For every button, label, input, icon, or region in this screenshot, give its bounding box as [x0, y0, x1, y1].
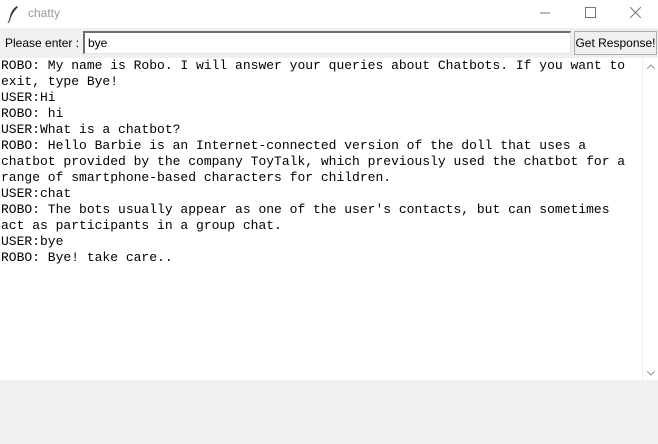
chat-line: USER:Hi	[1, 90, 56, 105]
chat-line: chatbot provided by the company ToyTalk,…	[1, 154, 626, 169]
chat-line: ROBO: Bye! take care..	[1, 250, 173, 265]
close-icon	[629, 5, 641, 23]
scroll-up-icon	[646, 57, 656, 75]
vertical-scrollbar[interactable]	[642, 58, 658, 380]
prompt-label: Please enter :	[5, 36, 80, 50]
window-title: chatty	[28, 6, 61, 20]
chat-line: range of smartphone-based characters for…	[1, 170, 392, 185]
minimize-button[interactable]	[522, 0, 568, 28]
chat-line: exit, type Bye!	[1, 74, 119, 89]
minimize-icon	[540, 5, 550, 23]
maximize-button[interactable]	[567, 0, 613, 28]
maximize-icon	[584, 5, 596, 23]
title-bar: chatty	[0, 0, 658, 28]
get-response-button[interactable]: Get Response!	[574, 31, 657, 55]
chat-line: ROBO: hi	[1, 106, 64, 121]
chat-line: ROBO: The bots usually appear as one of …	[1, 202, 610, 217]
scroll-down-icon	[646, 363, 656, 381]
chat-line: USER:What is a chatbot?	[1, 122, 181, 137]
close-button[interactable]	[612, 0, 658, 28]
feather-icon	[6, 5, 22, 24]
chat-line: USER:chat	[1, 186, 72, 201]
input-row: Please enter : Get Response!	[0, 28, 658, 58]
chat-line: act as participants in a group chat.	[1, 218, 282, 233]
chat-line: ROBO: My name is Robo. I will answer you…	[1, 58, 626, 73]
message-input[interactable]	[83, 31, 571, 54]
scroll-up-button[interactable]	[643, 58, 658, 74]
chat-line: ROBO: Hello Barbie is an Internet-connec…	[1, 138, 587, 153]
scroll-down-button[interactable]	[643, 364, 658, 380]
chat-line: USER:bye	[1, 234, 64, 249]
chat-log[interactable]: ROBO: My name is Robo. I will answer you…	[0, 58, 642, 380]
window-background	[0, 380, 658, 444]
